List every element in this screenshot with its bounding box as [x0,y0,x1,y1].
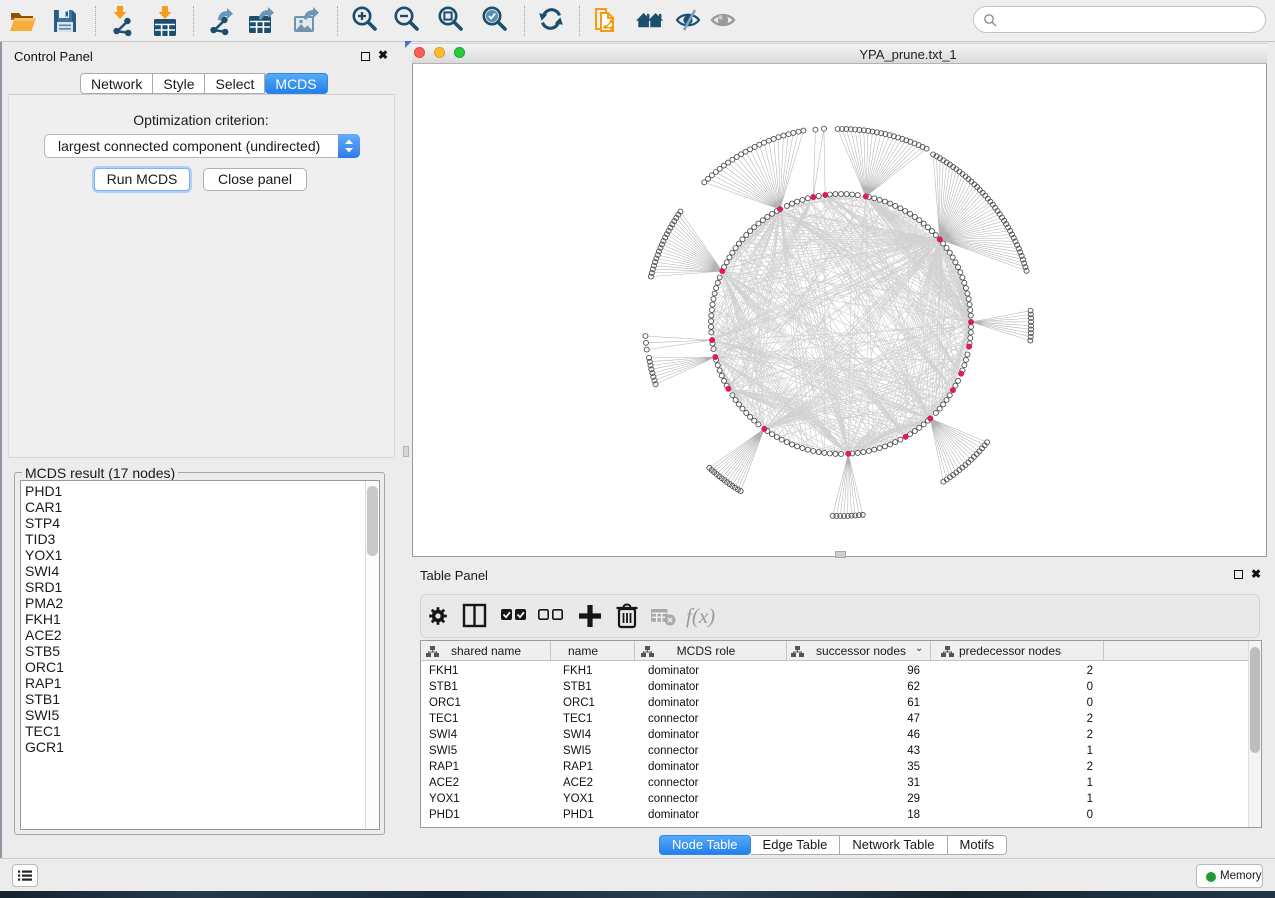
svg-text:f(x): f(x) [686,604,715,628]
